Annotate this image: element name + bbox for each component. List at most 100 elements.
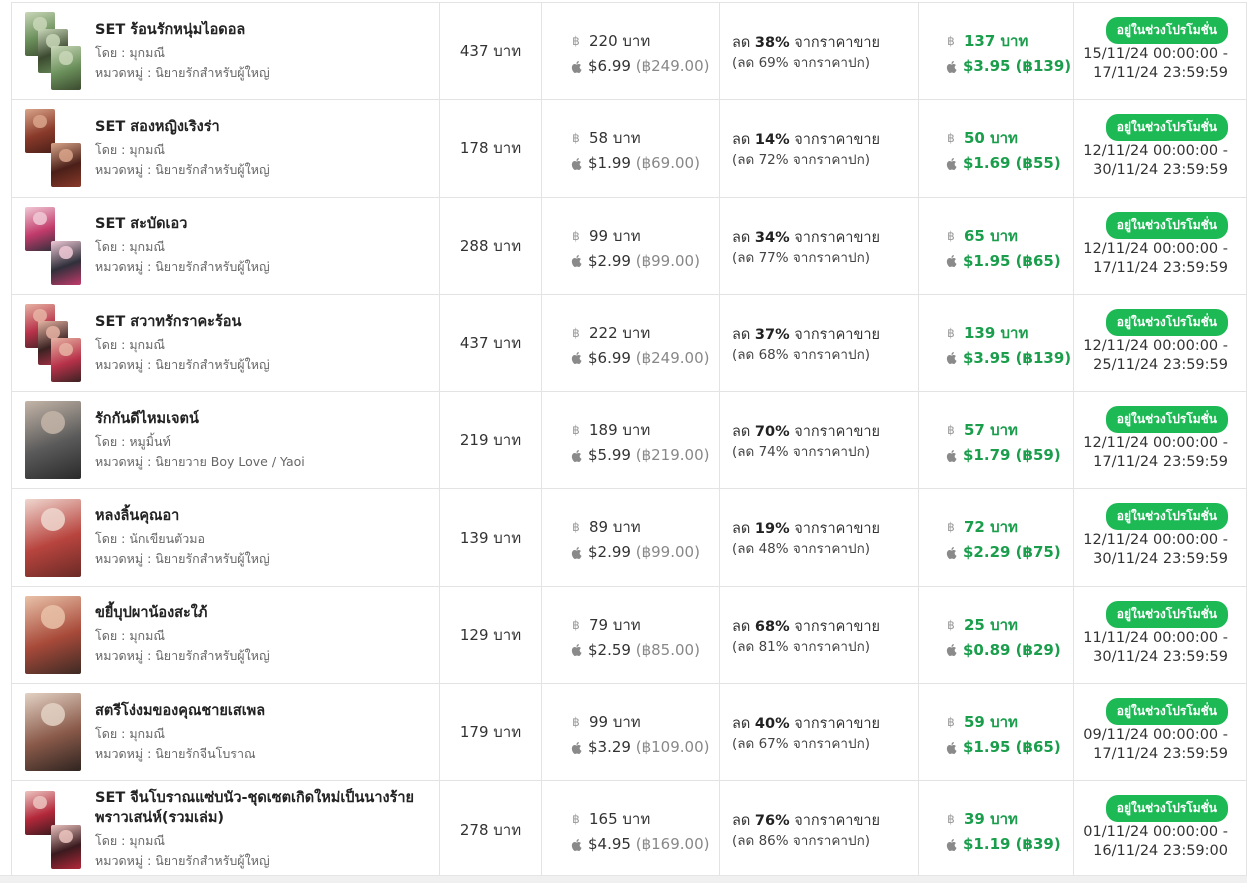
normal-price-cell: ฿ 165 บาท $4.95 (฿169.00) [542, 781, 720, 878]
promo-dates: 11/11/24 00:00:00 - 30/11/24 23:59:59 [1083, 629, 1228, 667]
price-baht: 99 บาท [589, 713, 641, 732]
book-covers[interactable] [25, 595, 83, 674]
book-cover-image[interactable] [51, 240, 81, 285]
book-info: SET จีนโบราณแซ่บนัว-ชุดเซตเกิดใหม่เป็นนา… [95, 788, 415, 871]
discount-prefix: ลด [732, 326, 755, 343]
promo-end-date: 30/11/24 23:59:59 [1093, 551, 1228, 568]
price-baht: 79 บาท [589, 615, 641, 634]
book-cover-image[interactable] [51, 46, 81, 91]
sale-price-cell: ฿ 25 บาท $0.89 (฿29) [919, 586, 1074, 684]
full-price-cell: 437 บาท [440, 3, 542, 100]
sale-price-cell: ฿ 57 บาท $1.79 (฿59) [919, 392, 1074, 489]
promo-cell: อยู่ในช่วงโปรโมชั่น 09/11/24 00:00:00 - … [1074, 684, 1247, 781]
promo-cell: อยู่ในช่วงโปรโมชั่น 12/11/24 00:00:00 - … [1074, 392, 1247, 489]
book-author: โดย : นักเขียนตัวมอ [95, 531, 205, 547]
baht-icon: ฿ [572, 423, 580, 438]
book-cover-image[interactable] [51, 824, 81, 869]
promo-cell: อยู่ในช่วงโปรโมชั่น 12/11/24 00:00:00 - … [1074, 100, 1247, 197]
promo-start-date: 01/11/24 00:00:00 - [1083, 824, 1228, 841]
book-cover-image[interactable] [25, 401, 81, 480]
book-cell: รักกันดีไหมเจตน์ โดย : หมูมิ้นท์ หมวดหมู… [12, 392, 440, 489]
promo-end-date: 17/11/24 23:59:59 [1093, 65, 1228, 81]
discount-prefix: ลด [732, 35, 755, 51]
discount-text: จากราคาขาย [794, 521, 880, 538]
discount-main: ลด 38% จากราคาขาย [732, 33, 880, 53]
discount-cell: ลด 38% จากราคาขาย (ลด 69% จากราคาปก) [720, 3, 919, 100]
book-title[interactable]: SET จีนโบราณแซ่บนัว-ชุดเซตเกิดใหม่เป็นนา… [95, 788, 415, 828]
baht-icon: ฿ [572, 617, 580, 632]
normal-price-cell: ฿ 89 บาท $2.99 (฿99.00) [542, 489, 720, 586]
sale-price-cell: ฿ 72 บาท $2.29 (฿75) [919, 489, 1074, 586]
book-category: หมวดหมู่ : นิยายรักสำหรับผู้ใหญ่ [95, 853, 270, 869]
sale-price-cell: ฿ 59 บาท $1.95 (฿65) [919, 684, 1074, 781]
book-info: SET สะบัดเอว โดย : มุกมณี หมวดหมู่ : นิย… [95, 214, 270, 277]
apple-icon [946, 60, 957, 73]
book-covers[interactable] [25, 401, 83, 480]
discount-sub: (ลด 68% จากราคาปก) [732, 346, 871, 363]
book-title[interactable]: หลงลิ้นคุณอา [95, 506, 270, 526]
full-price: 437 บาท [459, 334, 522, 353]
book-cover-image[interactable] [51, 143, 81, 188]
sale-baht: 25 บาท [964, 615, 1018, 634]
discount-percent: 68% [754, 618, 790, 635]
book-title[interactable]: สตรีโง่งมของคุณชายเสเพล [95, 701, 265, 721]
price-usd: $1.99 [588, 154, 631, 173]
baht-icon: ฿ [947, 520, 955, 535]
price-baht: 58 บาท [589, 129, 641, 148]
sale-usd: $3.95 (฿139) [963, 57, 1072, 75]
sale-usd: $1.79 (฿59) [963, 446, 1061, 465]
promo-dates: 12/11/24 00:00:00 - 30/11/24 23:59:59 [1083, 142, 1228, 180]
book-covers[interactable] [25, 790, 83, 869]
full-price: 179 บาท [459, 723, 522, 742]
table-row: ขยี้บุปผาน้องสะใภ้ โดย : มุกมณี หมวดหมู่… [12, 586, 1247, 685]
apple-icon [571, 838, 582, 851]
apple-icon [946, 644, 957, 657]
book-covers[interactable] [25, 304, 83, 383]
price-baht: 165 บาท [589, 810, 651, 829]
full-price-cell: 437 บาท [440, 294, 542, 392]
book-title[interactable]: ขยี้บุปผาน้องสะใภ้ [95, 603, 270, 623]
discount-main: ลด 14% จากราคาขาย [732, 130, 880, 150]
promotion-table: SET ร้อนรักหนุ่มไอดอล โดย : มุกมณี หมวดห… [11, 2, 1247, 879]
baht-icon: ฿ [572, 34, 580, 48]
discount-percent: 38% [754, 35, 790, 51]
book-title[interactable]: รักกันดีไหมเจตน์ [95, 409, 305, 429]
discount-main: ลด 37% จากราคาขาย [732, 325, 880, 345]
book-title[interactable]: SET สวาทรักราคะร้อน [95, 312, 270, 332]
discount-prefix: ลด [732, 618, 755, 635]
promo-cell: อยู่ในช่วงโปรโมชั่น 12/11/24 00:00:00 - … [1074, 197, 1247, 294]
price-usd-baht: (฿219.00) [635, 446, 710, 465]
promo-cell: อยู่ในช่วงโปรโมชั่น 15/11/24 00:00:00 - … [1074, 3, 1247, 100]
book-title[interactable]: SET ร้อนรักหนุ่มไอดอล [95, 20, 270, 40]
book-author: โดย : มุกมณี [95, 628, 165, 644]
book-title[interactable]: SET สองหญิงเริงร่า [95, 117, 270, 137]
sale-usd: $1.95 (฿65) [963, 738, 1061, 757]
apple-icon [571, 546, 582, 559]
promo-end-date: 30/11/24 23:59:59 [1093, 648, 1228, 665]
book-covers[interactable] [25, 693, 83, 772]
book-title[interactable]: SET สะบัดเอว [95, 214, 270, 234]
book-cover-image[interactable] [25, 595, 81, 674]
book-covers[interactable] [25, 498, 83, 577]
book-cover-image[interactable] [25, 498, 81, 577]
promo-status-badge: อยู่ในช่วงโปรโมชั่น [1105, 406, 1228, 434]
promo-dates: 15/11/24 00:00:00 - 17/11/24 23:59:59 [1083, 45, 1228, 83]
book-cover-image[interactable] [25, 693, 81, 772]
book-cover-image[interactable] [51, 338, 81, 383]
book-author: โดย : มุกมณี [95, 239, 165, 255]
discount-prefix: ลด [732, 716, 755, 733]
baht-icon: ฿ [947, 812, 955, 827]
price-usd-baht: (฿109.00) [635, 738, 710, 757]
normal-price-cell: ฿ 79 บาท $2.59 (฿85.00) [542, 586, 720, 684]
sale-baht: 72 บาท [964, 518, 1018, 537]
book-covers[interactable] [25, 109, 83, 188]
horizontal-scrollbar[interactable] [0, 875, 1247, 883]
promo-dates: 12/11/24 00:00:00 - 25/11/24 23:59:59 [1083, 337, 1228, 375]
promo-dates: 12/11/24 00:00:00 - 30/11/24 23:59:59 [1083, 531, 1228, 569]
discount-text: จากราคาขาย [794, 326, 880, 343]
book-covers[interactable] [25, 206, 83, 285]
book-covers[interactable] [25, 12, 83, 91]
full-price: 139 บาท [459, 528, 522, 547]
baht-icon: ฿ [572, 812, 580, 827]
discount-sub: (ลด 77% จากราคาปก) [732, 249, 871, 266]
